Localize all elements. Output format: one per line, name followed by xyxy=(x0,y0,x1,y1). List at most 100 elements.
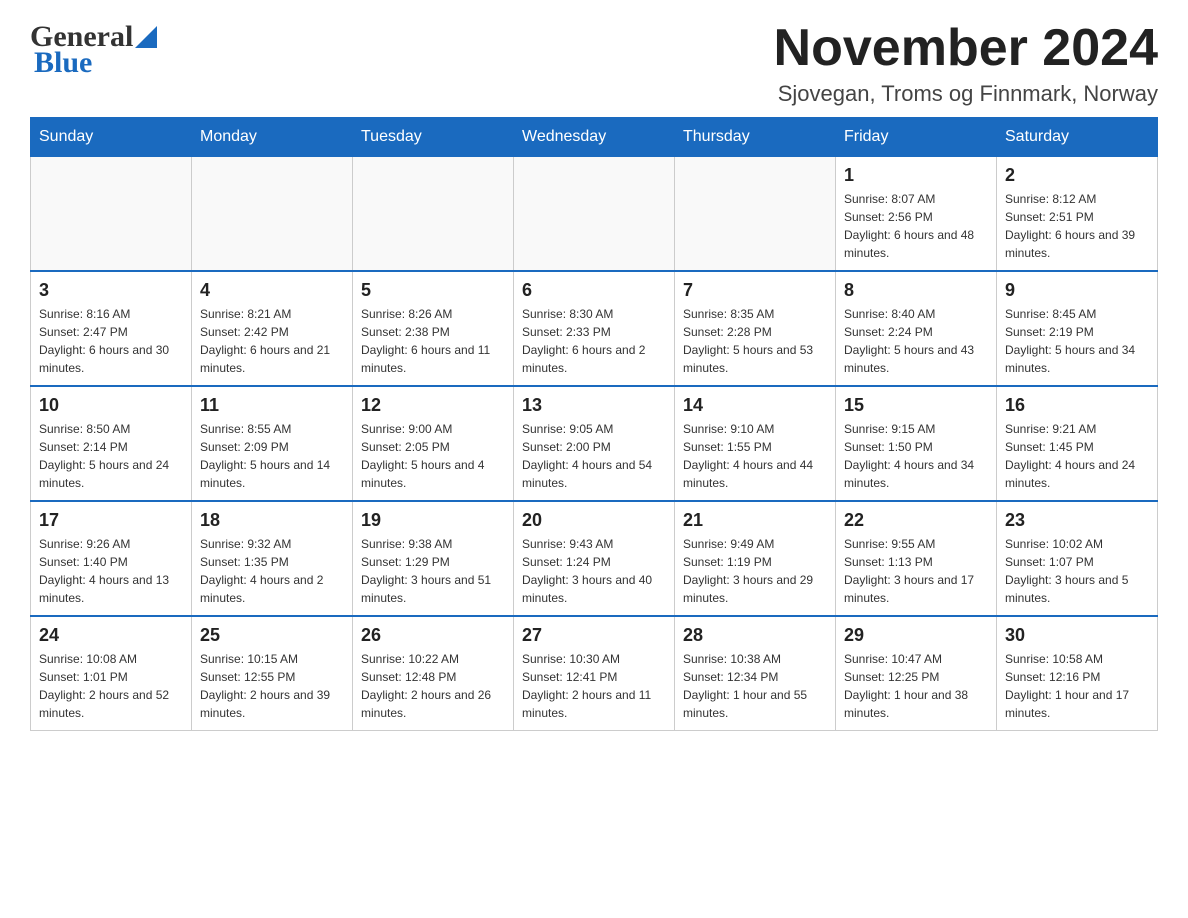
calendar-week-1: 1 Sunrise: 8:07 AMSunset: 2:56 PMDaylight… xyxy=(31,157,1158,272)
day-number: 21 xyxy=(683,510,827,531)
calendar-cell: 1 Sunrise: 8:07 AMSunset: 2:56 PMDaylight… xyxy=(836,157,997,272)
day-info: Sunrise: 9:38 AMSunset: 1:29 PMDaylight:… xyxy=(361,535,505,607)
calendar-cell xyxy=(514,157,675,272)
day-header-thursday: Thursday xyxy=(675,118,836,157)
calendar-cell xyxy=(31,157,192,272)
calendar-cell: 10 Sunrise: 8:50 AMSunset: 2:14 PMDayligh… xyxy=(31,386,192,501)
day-info: Sunrise: 10:38 AMSunset: 12:34 PMDayligh… xyxy=(683,650,827,722)
calendar-cell: 29Sunrise: 10:47 AMSunset: 12:25 PMDayli… xyxy=(836,616,997,731)
day-number: 5 xyxy=(361,280,505,301)
day-number: 10 xyxy=(39,395,183,416)
calendar-week-3: 10 Sunrise: 8:50 AMSunset: 2:14 PMDayligh… xyxy=(31,386,1158,501)
calendar-week-5: 24 Sunrise: 10:08 AMSunset: 1:01 PMDaylig… xyxy=(31,616,1158,731)
day-info: Sunrise: 9:15 AMSunset: 1:50 PMDaylight:… xyxy=(844,420,988,492)
day-header-tuesday: Tuesday xyxy=(353,118,514,157)
day-number: 7 xyxy=(683,280,827,301)
day-header-monday: Monday xyxy=(192,118,353,157)
day-header-wednesday: Wednesday xyxy=(514,118,675,157)
day-number: 12 xyxy=(361,395,505,416)
calendar-cell: 20 Sunrise: 9:43 AMSunset: 1:24 PMDayligh… xyxy=(514,501,675,616)
day-info: Sunrise: 8:16 AMSunset: 2:47 PMDaylight:… xyxy=(39,305,183,377)
day-number: 24 xyxy=(39,625,183,646)
day-info: Sunrise: 9:32 AMSunset: 1:35 PMDaylight:… xyxy=(200,535,344,607)
calendar-cell xyxy=(192,157,353,272)
day-info: Sunrise: 10:02 AMSunset: 1:07 PMDaylight… xyxy=(1005,535,1149,607)
day-info: Sunrise: 9:00 AMSunset: 2:05 PMDaylight:… xyxy=(361,420,505,492)
calendar-cell: 15 Sunrise: 9:15 AMSunset: 1:50 PMDayligh… xyxy=(836,386,997,501)
calendar-cell: 13Sunrise: 9:05 AMSunset: 2:00 PMDayligh… xyxy=(514,386,675,501)
calendar-cell: 30Sunrise: 10:58 AMSunset: 12:16 PMDayli… xyxy=(997,616,1158,731)
calendar-cell: 8 Sunrise: 8:40 AMSunset: 2:24 PMDaylight… xyxy=(836,271,997,386)
day-info: Sunrise: 9:10 AMSunset: 1:55 PMDaylight:… xyxy=(683,420,827,492)
calendar-week-4: 17 Sunrise: 9:26 AMSunset: 1:40 PMDayligh… xyxy=(31,501,1158,616)
day-info: Sunrise: 8:35 AMSunset: 2:28 PMDaylight:… xyxy=(683,305,827,377)
day-info: Sunrise: 9:26 AMSunset: 1:40 PMDaylight:… xyxy=(39,535,183,607)
day-info: Sunrise: 10:08 AMSunset: 1:01 PMDaylight… xyxy=(39,650,183,722)
calendar-cell: 3 Sunrise: 8:16 AMSunset: 2:47 PMDaylight… xyxy=(31,271,192,386)
day-number: 29 xyxy=(844,625,988,646)
day-number: 22 xyxy=(844,510,988,531)
calendar-cell: 24 Sunrise: 10:08 AMSunset: 1:01 PMDaylig… xyxy=(31,616,192,731)
page-header: General Blue November 2024 Sjovegan, Tro… xyxy=(30,20,1158,107)
day-info: Sunrise: 8:07 AMSunset: 2:56 PMDaylight:… xyxy=(844,190,988,262)
day-number: 23 xyxy=(1005,510,1149,531)
calendar-cell: 5 Sunrise: 8:26 AMSunset: 2:38 PMDaylight… xyxy=(353,271,514,386)
calendar-cell: 6Sunrise: 8:30 AMSunset: 2:33 PMDaylight… xyxy=(514,271,675,386)
calendar-cell: 2Sunrise: 8:12 AMSunset: 2:51 PMDaylight… xyxy=(997,157,1158,272)
day-info: Sunrise: 8:21 AMSunset: 2:42 PMDaylight:… xyxy=(200,305,344,377)
calendar-cell: 4 Sunrise: 8:21 AMSunset: 2:42 PMDaylight… xyxy=(192,271,353,386)
calendar-cell: 11 Sunrise: 8:55 AMSunset: 2:09 PMDayligh… xyxy=(192,386,353,501)
month-title: November 2024 xyxy=(774,20,1158,77)
day-number: 8 xyxy=(844,280,988,301)
calendar-cell: 28Sunrise: 10:38 AMSunset: 12:34 PMDayli… xyxy=(675,616,836,731)
day-info: Sunrise: 8:40 AMSunset: 2:24 PMDaylight:… xyxy=(844,305,988,377)
day-number: 16 xyxy=(1005,395,1149,416)
day-info: Sunrise: 8:45 AMSunset: 2:19 PMDaylight:… xyxy=(1005,305,1149,377)
day-number: 17 xyxy=(39,510,183,531)
day-number: 15 xyxy=(844,395,988,416)
calendar-header-row: SundayMondayTuesdayWednesdayThursdayFrid… xyxy=(31,118,1158,157)
calendar-table: SundayMondayTuesdayWednesdayThursdayFrid… xyxy=(30,117,1158,731)
day-info: Sunrise: 10:15 AMSunset: 12:55 PMDayligh… xyxy=(200,650,344,722)
calendar-cell: 18Sunrise: 9:32 AMSunset: 1:35 PMDayligh… xyxy=(192,501,353,616)
day-info: Sunrise: 8:30 AMSunset: 2:33 PMDaylight:… xyxy=(522,305,666,377)
calendar-cell: 12 Sunrise: 9:00 AMSunset: 2:05 PMDayligh… xyxy=(353,386,514,501)
day-info: Sunrise: 9:55 AMSunset: 1:13 PMDaylight:… xyxy=(844,535,988,607)
calendar-cell: 7 Sunrise: 8:35 AMSunset: 2:28 PMDaylight… xyxy=(675,271,836,386)
calendar-cell: 23 Sunrise: 10:02 AMSunset: 1:07 PMDaylig… xyxy=(997,501,1158,616)
calendar-cell: 17 Sunrise: 9:26 AMSunset: 1:40 PMDayligh… xyxy=(31,501,192,616)
calendar-cell: 25Sunrise: 10:15 AMSunset: 12:55 PMDayli… xyxy=(192,616,353,731)
day-header-friday: Friday xyxy=(836,118,997,157)
calendar-cell: 9Sunrise: 8:45 AMSunset: 2:19 PMDaylight… xyxy=(997,271,1158,386)
title-section: November 2024 Sjovegan, Troms og Finnmar… xyxy=(774,20,1158,107)
calendar-cell: 19 Sunrise: 9:38 AMSunset: 1:29 PMDayligh… xyxy=(353,501,514,616)
day-info: Sunrise: 9:43 AMSunset: 1:24 PMDaylight:… xyxy=(522,535,666,607)
day-number: 13 xyxy=(522,395,666,416)
day-number: 20 xyxy=(522,510,666,531)
day-info: Sunrise: 8:55 AMSunset: 2:09 PMDaylight:… xyxy=(200,420,344,492)
day-number: 3 xyxy=(39,280,183,301)
day-info: Sunrise: 10:22 AMSunset: 12:48 PMDayligh… xyxy=(361,650,505,722)
day-info: Sunrise: 10:30 AMSunset: 12:41 PMDayligh… xyxy=(522,650,666,722)
day-info: Sunrise: 9:21 AMSunset: 1:45 PMDaylight:… xyxy=(1005,420,1149,492)
day-header-saturday: Saturday xyxy=(997,118,1158,157)
calendar-cell: 14Sunrise: 9:10 AMSunset: 1:55 PMDayligh… xyxy=(675,386,836,501)
day-number: 4 xyxy=(200,280,344,301)
calendar-week-2: 3 Sunrise: 8:16 AMSunset: 2:47 PMDaylight… xyxy=(31,271,1158,386)
day-number: 1 xyxy=(844,165,988,186)
day-info: Sunrise: 8:26 AMSunset: 2:38 PMDaylight:… xyxy=(361,305,505,377)
day-number: 11 xyxy=(200,395,344,416)
day-number: 27 xyxy=(522,625,666,646)
day-info: Sunrise: 8:12 AMSunset: 2:51 PMDaylight:… xyxy=(1005,190,1149,262)
location-title: Sjovegan, Troms og Finnmark, Norway xyxy=(774,81,1158,107)
calendar-cell: 21Sunrise: 9:49 AMSunset: 1:19 PMDayligh… xyxy=(675,501,836,616)
day-info: Sunrise: 8:50 AMSunset: 2:14 PMDaylight:… xyxy=(39,420,183,492)
day-header-sunday: Sunday xyxy=(31,118,192,157)
calendar-cell xyxy=(675,157,836,272)
logo: General Blue xyxy=(30,20,159,80)
calendar-cell: 16 Sunrise: 9:21 AMSunset: 1:45 PMDayligh… xyxy=(997,386,1158,501)
calendar-cell: 26 Sunrise: 10:22 AMSunset: 12:48 PMDayli… xyxy=(353,616,514,731)
day-number: 26 xyxy=(361,625,505,646)
calendar-cell xyxy=(353,157,514,272)
day-number: 19 xyxy=(361,510,505,531)
